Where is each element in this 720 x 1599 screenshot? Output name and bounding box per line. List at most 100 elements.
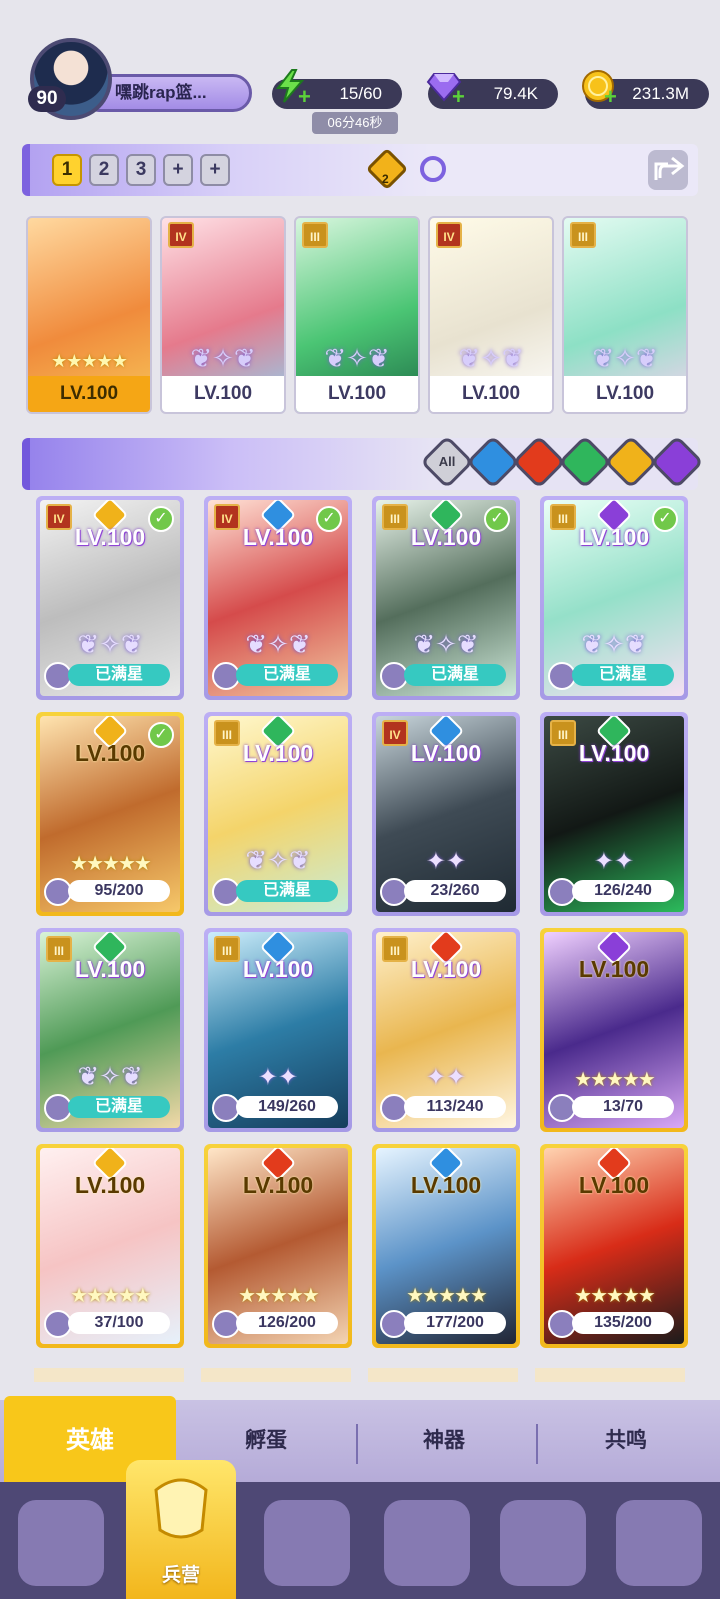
hero-portrait: LV.100 ★★★★★ 37/100: [40, 1148, 180, 1344]
hero-portrait: III ✓ LV.100 ❦✧❦ 已满星: [376, 500, 516, 696]
shard-progress: 37/100: [68, 1312, 170, 1334]
team-tab-add-2[interactable]: +: [200, 154, 230, 186]
hero-level: LV.100: [74, 524, 146, 550]
team-hero-level: LV.100: [296, 376, 418, 412]
star-rating: ★★★★★: [574, 1285, 656, 1307]
wings-icon: ❦✧❦: [413, 629, 479, 659]
hero-level: LV.100: [410, 956, 482, 982]
team-hero-1[interactable]: ★★★★★ LV.100: [26, 216, 152, 414]
hero-portrait: IV LV.100 ✦✦ 23/260: [376, 716, 516, 912]
star-rating: ★★★★★: [574, 1069, 656, 1091]
hero-level: LV.100: [410, 740, 482, 766]
hero-card[interactable]: IV ✓ LV.100 ❦✧❦ 已满星: [204, 496, 352, 700]
team-hero-2[interactable]: IV ❦✧❦ LV.100: [160, 216, 286, 414]
team-tab-3[interactable]: 3: [126, 154, 156, 186]
hero-card[interactable]: LV.100 ★★★★★ 135/200: [540, 1144, 688, 1348]
hero-card[interactable]: III LV.100 ❦✧❦ 已满星: [36, 928, 184, 1132]
nav-mushroom-icon[interactable]: [500, 1500, 586, 1586]
hero-level: LV.100: [578, 956, 650, 982]
shard-progress: 已满星: [68, 1096, 170, 1118]
shard-progress: 126/200: [236, 1312, 338, 1334]
tab-artifact[interactable]: 神器: [360, 1400, 528, 1482]
star-rating: ✦✦: [257, 1064, 299, 1091]
search-icon[interactable]: [420, 156, 446, 182]
hero-level: LV.100: [578, 524, 650, 550]
shard-progress: 113/240: [404, 1096, 506, 1118]
hero-card[interactable]: LV.100 ★★★★★ 126/200: [204, 1144, 352, 1348]
hero-card[interactable]: IV ✓ LV.100 ❦✧❦ 已满星: [36, 496, 184, 700]
add-gold-icon[interactable]: +: [604, 84, 617, 110]
hero-card[interactable]: III ✓ LV.100 ❦✧❦ 已满星: [540, 496, 688, 700]
shard-progress: 已满星: [572, 664, 674, 686]
nav-barracks-label: 兵营: [161, 1565, 200, 1586]
hero-card[interactable]: LV.100 ★★★★★ 13/70: [540, 928, 688, 1132]
star-rating: ✦✦: [425, 848, 467, 875]
hero-card[interactable]: ✓ LV.100 ★★★★★ 95/200: [36, 712, 184, 916]
wings-icon: ❦✧❦: [592, 343, 658, 373]
team-tab-1[interactable]: 1: [52, 154, 82, 186]
add-energy-icon[interactable]: +: [298, 84, 311, 110]
nav-cards-icon[interactable]: [18, 1500, 104, 1586]
nav-castle-icon[interactable]: [384, 1500, 470, 1586]
hero-card[interactable]: III ✓ LV.100 ❦✧❦ 已满星: [372, 496, 520, 700]
team-tab-2[interactable]: 2: [89, 154, 119, 186]
rank-badge: III: [570, 222, 596, 248]
energy-timer: 06分46秒: [312, 112, 398, 134]
shard-progress: 135/200: [572, 1312, 674, 1334]
team-hero-4[interactable]: IV ❦✧❦ LV.100: [428, 216, 554, 414]
shard-progress: 95/200: [68, 880, 170, 902]
wings-icon: ❦✧❦: [245, 845, 311, 875]
wings-icon: ❦✧❦: [324, 343, 390, 373]
nav-map-icon[interactable]: [264, 1500, 350, 1586]
hero-card[interactable]: IV LV.100 ✦✦ 23/260: [372, 712, 520, 916]
tab-divider: [536, 1424, 538, 1464]
hero-portrait: LV.100 ★★★★★ 13/70: [544, 932, 684, 1128]
hero-card[interactable]: III LV.100 ✦✦ 149/260: [204, 928, 352, 1132]
hero-card[interactable]: III LV.100 ✦✦ 113/240: [372, 928, 520, 1132]
team-hero-level: LV.100: [430, 376, 552, 412]
shard-progress: 23/260: [404, 880, 506, 902]
hero-card[interactable]: LV.100 ★★★★★ 37/100: [36, 1144, 184, 1348]
hero-level: LV.100: [74, 956, 146, 982]
wings-icon: ❦✧❦: [245, 629, 311, 659]
star-rating: ✦✦: [425, 1064, 467, 1091]
hero-level: LV.100: [242, 1172, 314, 1198]
tab-resonance[interactable]: 共鸣: [540, 1400, 712, 1482]
star-rating: ★★★★★: [70, 1285, 152, 1307]
shard-progress: 已满星: [404, 664, 506, 686]
hero-level: LV.100: [242, 740, 314, 766]
shard-progress: 149/260: [236, 1096, 338, 1118]
rank-badge: IV: [168, 222, 194, 248]
star-rating: ★★★★★: [238, 1285, 320, 1307]
rank-badge: IV: [436, 222, 462, 248]
hero-portrait: III ✓ LV.100 ❦✧❦ 已满星: [544, 500, 684, 696]
next-row-hint: [34, 1368, 686, 1382]
hero-portrait: III LV.100 ✦✦ 113/240: [376, 932, 516, 1128]
hero-level: LV.100: [410, 524, 482, 550]
hero-level: LV.100: [578, 1172, 650, 1198]
hero-level: LV.100: [74, 1172, 146, 1198]
team-hero-level: LV.100: [564, 376, 686, 412]
hero-portrait: LV.100 ★★★★★ 135/200: [544, 1148, 684, 1344]
share-icon[interactable]: [648, 150, 688, 190]
nav-guild-icon[interactable]: [616, 1500, 702, 1586]
team-bar: [22, 144, 698, 196]
team-tab-add-1[interactable]: +: [163, 154, 193, 186]
team-hero-3[interactable]: III ❦✧❦ LV.100: [294, 216, 420, 414]
hero-card[interactable]: III LV.100 ❦✧❦ 已满星: [204, 712, 352, 916]
hero-card[interactable]: III LV.100 ✦✦ 126/240: [540, 712, 688, 916]
add-gems-icon[interactable]: +: [452, 84, 465, 110]
hero-portrait: ✓ LV.100 ★★★★★ 95/200: [40, 716, 180, 912]
hero-card[interactable]: LV.100 ★★★★★ 177/200: [372, 1144, 520, 1348]
hero-portrait: LV.100 ★★★★★ 126/200: [208, 1148, 348, 1344]
hero-level: LV.100: [74, 740, 146, 766]
tab-divider: [356, 1424, 358, 1464]
wings-icon: ❦✧❦: [190, 343, 256, 373]
hero-portrait: IV ✓ LV.100 ❦✧❦ 已满星: [40, 500, 180, 696]
hero-level: LV.100: [242, 524, 314, 550]
team-hero-5[interactable]: III ❦✧❦ LV.100: [562, 216, 688, 414]
team-hero-level: LV.100: [28, 376, 150, 412]
filter-all-label: All: [438, 454, 456, 469]
star-rating: ✦✦: [593, 848, 635, 875]
hero-level: LV.100: [578, 740, 650, 766]
